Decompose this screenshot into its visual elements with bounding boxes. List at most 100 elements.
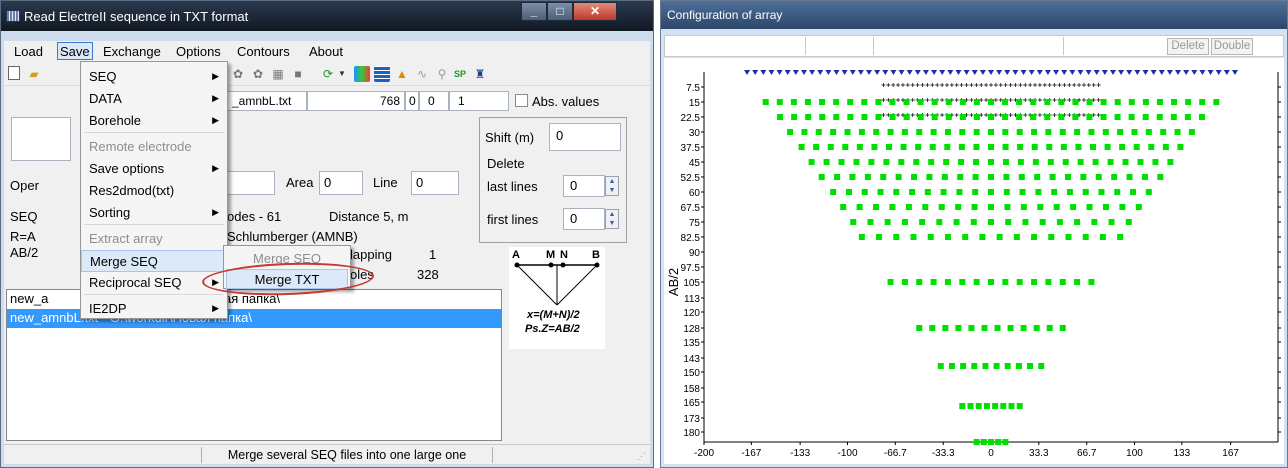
electrode-icon[interactable]: ▲ [394,66,410,82]
data-point [980,439,987,445]
measurement-mark [915,83,920,87]
delete-button[interactable]: Delete [1167,38,1209,55]
data-point [871,144,878,150]
filter-field-2[interactable] [805,37,873,55]
filename-field[interactable]: _amnbL.txt [227,91,307,111]
data-point [1062,159,1069,165]
chart-icon[interactable] [354,66,370,82]
data-point [858,129,865,135]
data-point [1072,114,1079,120]
new-icon[interactable] [8,66,20,80]
electrode-marker [1166,70,1173,75]
x-tick-label: -133 [790,448,810,459]
person-icon[interactable]: ♜ [472,66,488,82]
y-tick-label: 15 [689,98,701,109]
data-point [847,114,854,120]
data-point [844,129,851,135]
first-lines-spinner[interactable]: ▲ ▼ [605,209,619,229]
data-point [1142,114,1149,120]
count-field-4[interactable]: 1 [449,91,509,111]
wave-icon[interactable]: ∿ [414,66,430,82]
count-field-3[interactable]: 0 [419,91,449,111]
save-menu-item-label: Extract array [89,231,163,246]
square-icon[interactable]: ■ [290,66,306,82]
probe-icon[interactable]: ⚲ [434,66,450,82]
electrode-marker [1093,70,1100,75]
save-menu-item-label: Save options [89,161,165,176]
filter-field-1[interactable] [665,37,805,55]
y-tick-label: 37.5 [681,143,701,154]
data-point [931,114,938,120]
title-bar[interactable]: Read ElectreII sequence in TXT format _ … [1,1,653,31]
title-bar[interactable]: Configuration of array [661,1,1287,29]
data-point [1137,159,1144,165]
data-point [1145,129,1152,135]
electrode-marker [963,70,970,75]
data-point [1185,99,1192,105]
filter-field-3[interactable] [873,37,1063,55]
open-icon[interactable]: ▰ [26,66,42,82]
save-menu-item[interactable]: DATA ▶ [81,88,227,110]
shift-input[interactable]: 0 [549,123,621,151]
resize-grip-icon[interactable]: ⋰ [637,451,646,462]
data-point [953,219,960,225]
data-point [944,234,951,240]
measurement-mark [940,83,945,87]
tool-icon[interactable]: ▦ [270,66,286,82]
measurement-mark [920,83,925,87]
dropdown-icon[interactable]: ▼ [334,66,350,82]
menu-options[interactable]: Options [176,44,221,59]
count-field-2[interactable]: 0 [405,91,419,111]
menu-save[interactable]: Save [57,42,93,60]
save-menu-item-label: Merge SEQ [90,254,158,269]
save-menu-item[interactable]: Remote electrode [81,136,227,158]
oper-input[interactable] [227,171,275,195]
save-menu-item[interactable]: Save options ▶ [81,158,227,180]
measurement-mark [1023,83,1028,87]
filter-field-4[interactable] [1063,37,1163,55]
data-point [959,114,966,120]
last-lines-input[interactable]: 0 [563,175,605,197]
electrode-marker [1109,70,1116,75]
data-point [1008,403,1015,409]
save-menu-item[interactable]: Merge SEQ [81,250,227,272]
menu-contours[interactable]: Contours [237,44,290,59]
tool-icon[interactable]: ✿ [230,66,246,82]
data-point [1031,279,1038,285]
electrode-marker [1207,70,1214,75]
measurement-mark [1077,83,1082,87]
data-point [915,144,922,150]
diagram-formula-z: Ps.Z=AB/2 [525,323,580,335]
menu-about[interactable]: About [309,44,343,59]
submenu-arrow-icon: ▶ [212,71,219,81]
sp-icon[interactable]: SP [452,66,468,82]
data-point [815,129,822,135]
data-point [967,403,974,409]
last-lines-spinner[interactable]: ▲ ▼ [605,176,619,196]
abs-values-checkbox[interactable] [515,94,528,107]
maximize-button[interactable]: □ [547,2,573,21]
menu-load[interactable]: Load [14,44,43,59]
data-point [1038,363,1045,369]
save-menu-item[interactable]: Res2dmod(txt) [81,180,227,202]
save-menu-item[interactable]: Borehole ▶ [81,110,227,132]
count-field[interactable]: 768 [307,91,405,111]
data-point [1037,204,1044,210]
tool-icon[interactable]: ✿ [250,66,266,82]
save-menu-item[interactable]: SEQ ▶ [81,66,227,88]
array-plot: 7.5 15 22.5 30 37.5 45 52.5 60 67.5 75 82.5 90 97.5 1… [666,70,1281,459]
save-menu-item[interactable]: IE2DP ▶ [81,298,227,320]
minimize-button[interactable]: _ [521,2,547,21]
save-menu-item[interactable]: Extract array [81,228,227,250]
data-point [930,279,937,285]
double-button[interactable]: Double [1211,38,1253,55]
close-button[interactable]: ✕ [573,2,617,21]
line-input[interactable]: 0 [411,171,459,195]
first-lines-input[interactable]: 0 [563,208,605,230]
area-input[interactable]: 0 [319,171,363,195]
save-menu-item[interactable]: Sorting ▶ [81,202,227,224]
y-tick-label: 128 [683,324,700,335]
grid-icon[interactable] [374,66,390,82]
data-point [1156,114,1163,120]
menu-exchange[interactable]: Exchange [103,44,161,59]
